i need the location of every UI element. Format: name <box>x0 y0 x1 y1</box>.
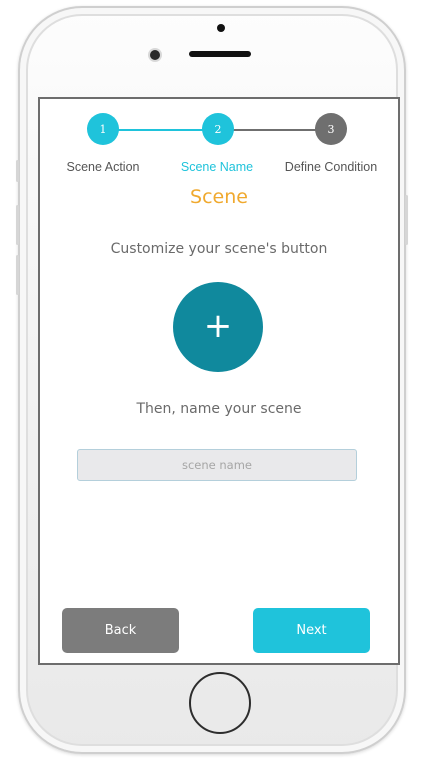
step-3-number: 3 <box>327 122 335 136</box>
next-button-label: Next <box>296 623 327 638</box>
phone-side-button <box>16 160 19 182</box>
step-3-label: Define Condition <box>284 160 378 174</box>
step-1-label: Scene Action <box>66 160 140 174</box>
back-button[interactable]: Back <box>62 608 179 653</box>
earpiece-speaker <box>189 51 251 57</box>
front-camera <box>150 50 160 60</box>
page-title: Scene <box>190 186 248 208</box>
phone-volume-up-button <box>16 205 19 245</box>
customize-prompt: Customize your scene's button <box>110 241 328 257</box>
step-3-circle[interactable]: 3 <box>315 113 347 145</box>
step-1-circle[interactable]: 1 <box>87 113 119 145</box>
step-2-label: Scene Name <box>180 160 254 174</box>
add-scene-button[interactable]: + <box>173 282 263 372</box>
step-1-number: 1 <box>99 122 107 136</box>
step-2-circle[interactable]: 2 <box>202 113 234 145</box>
stepper-line-1-2 <box>103 129 217 131</box>
scene-name-input[interactable] <box>77 449 357 481</box>
back-button-label: Back <box>104 623 137 638</box>
phone-sensor-dot <box>217 24 225 32</box>
next-button[interactable]: Next <box>253 608 370 653</box>
name-prompt: Then, name your scene <box>136 401 302 417</box>
plus-icon: + <box>203 305 233 346</box>
home-button[interactable] <box>189 672 251 734</box>
phone-power-button <box>405 195 408 245</box>
phone-volume-down-button <box>16 255 19 295</box>
step-2-number: 2 <box>214 122 222 136</box>
app-screen: 1 2 3 Scene Action Scene Name Define Con… <box>38 97 400 665</box>
